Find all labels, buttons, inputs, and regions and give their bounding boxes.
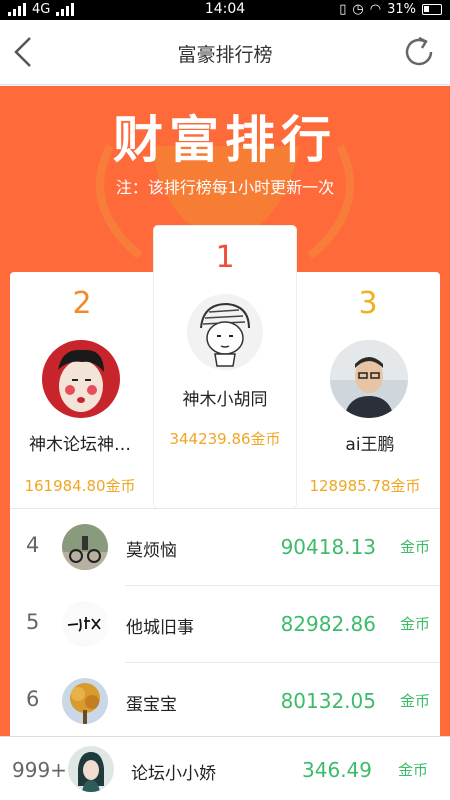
list-item-name: 他城旧事 — [126, 618, 194, 638]
page-title: 富豪排行榜 — [177, 44, 273, 66]
list-item-avatar[interactable] — [62, 678, 108, 724]
status-bar: 4G 14:04 ▯ ◷ ◠ 31% — [0, 0, 450, 20]
list-item[interactable]: 4 莫烦恼 90418.13 金币 — [10, 509, 440, 586]
my-avatar[interactable] — [68, 746, 114, 792]
my-name: 论坛小小娇 — [131, 764, 216, 784]
alarm-icon: ◷ — [352, 2, 364, 17]
list-item-rank: 5 — [26, 610, 40, 634]
rank-3-avatar[interactable] — [330, 340, 408, 418]
rank-1-number: 1 — [215, 240, 235, 275]
banner-title: 财富排行 — [113, 111, 337, 169]
calligraphy-icon — [62, 601, 108, 647]
nav-bar: 富豪排行榜 — [0, 20, 450, 85]
list-item-avatar[interactable] — [62, 601, 108, 647]
rank-2-number: 2 — [72, 286, 92, 321]
list-item[interactable]: 6 蛋宝宝 80132.05 金币 — [10, 663, 440, 740]
my-score: 346.49 — [302, 758, 372, 782]
list-item-rank: 6 — [26, 687, 40, 711]
rank-1-name[interactable]: 神木小胡同 — [160, 385, 290, 410]
update-note: 注：该排行榜每1小时更新一次 — [115, 178, 335, 197]
my-unit: 金币 — [397, 761, 428, 779]
rank-3-number: 3 — [358, 286, 378, 321]
photo-bike-icon — [62, 524, 108, 570]
my-rank: 999+ — [12, 758, 67, 782]
rank-2-coins: 161984.80金币 — [24, 477, 136, 495]
wifi-icon: ◠ — [369, 2, 382, 17]
vibrate-icon: ▯ — [339, 2, 347, 17]
rank-2-name[interactable]: 神木论坛神… — [20, 430, 140, 455]
battery-icon — [422, 4, 442, 15]
list-item-unit: 金币 — [399, 538, 430, 556]
list-item-score: 90418.13 — [280, 535, 376, 559]
status-right: ▯ ◷ ◠ 31% — [339, 2, 442, 17]
photo-person-icon — [330, 340, 408, 418]
battery-level: 31% — [387, 2, 416, 17]
list-item[interactable]: 5 他城旧事 82982.86 金币 — [10, 586, 440, 663]
my-rank-bar[interactable]: 999+ 论坛小小娇 346.49 金币 — [0, 736, 450, 800]
rank-1-avatar[interactable] — [187, 294, 263, 370]
rank-2-avatar[interactable] — [42, 340, 120, 418]
rank-3-name[interactable]: ai王鹏 — [310, 430, 430, 455]
autumn-tree-icon — [62, 678, 108, 724]
list-item-score: 82982.86 — [280, 612, 376, 636]
rank-3-coins: 128985.78金币 — [309, 477, 421, 495]
list-item-name: 莫烦恼 — [126, 541, 177, 561]
list-item-avatar[interactable] — [62, 524, 108, 570]
refresh-icon — [405, 36, 433, 66]
sketch-face-icon — [187, 294, 263, 370]
anime-character-icon — [68, 746, 114, 792]
refresh-button[interactable] — [398, 30, 442, 74]
rank-1-coins: 344239.86金币 — [169, 430, 281, 448]
cartoon-face-icon — [42, 340, 120, 418]
list-item-unit: 金币 — [399, 692, 430, 710]
list-item-score: 80132.05 — [280, 689, 376, 713]
rank-list: 4 莫烦恼 90418.13 金币 5 他城旧事 82982.86 金币 6 蛋… — [10, 508, 440, 740]
list-item-rank: 4 — [26, 533, 40, 557]
list-item-unit: 金币 — [399, 615, 430, 633]
list-item-name: 蛋宝宝 — [126, 695, 177, 715]
